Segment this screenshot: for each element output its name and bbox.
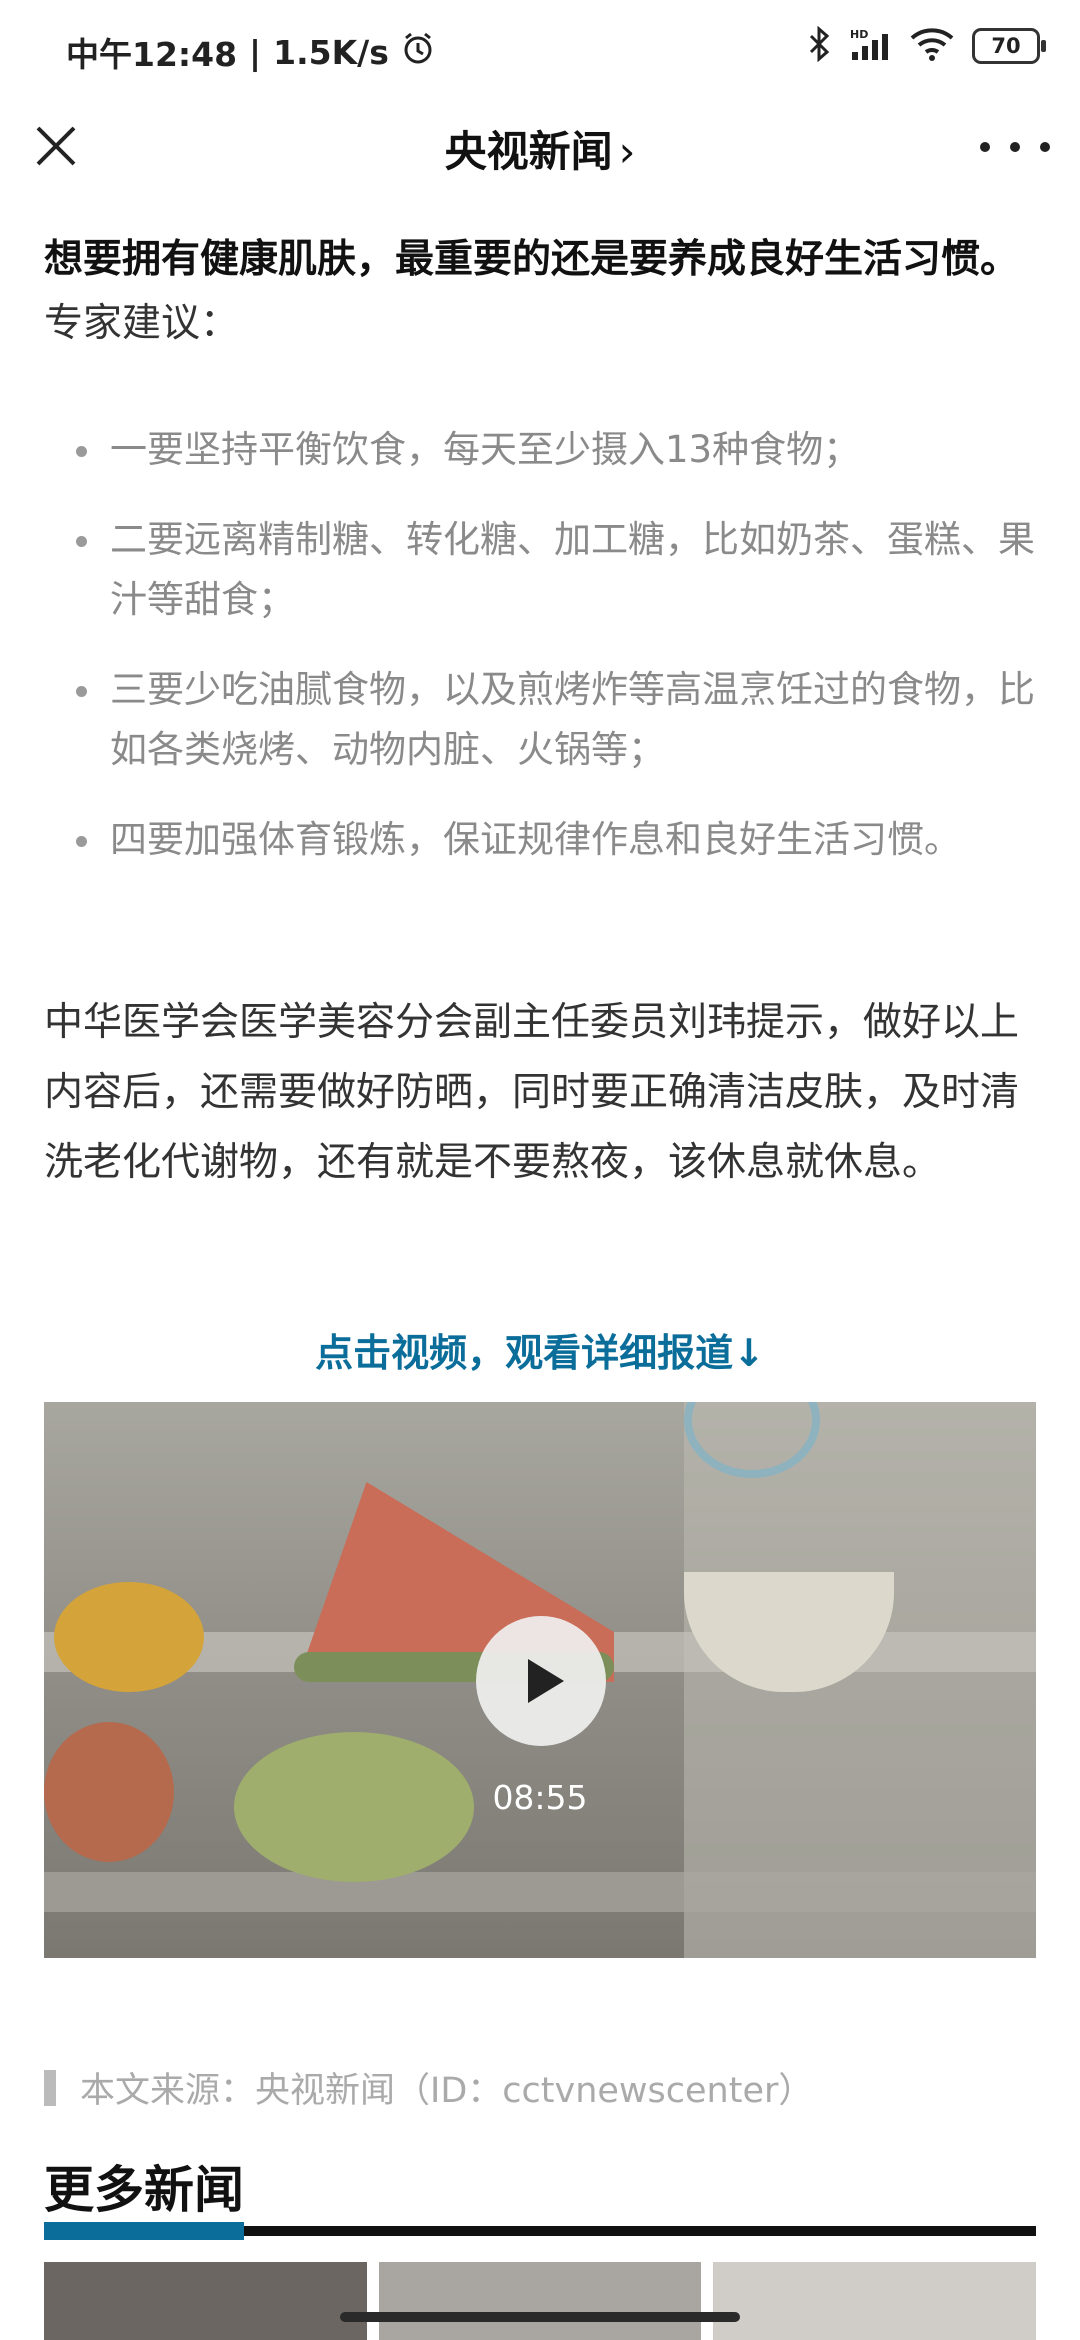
dot xyxy=(980,142,990,152)
news-thumbnail[interactable] xyxy=(44,2262,367,2340)
alarm-icon xyxy=(401,31,435,73)
video-duration: 08:55 xyxy=(492,1778,588,1817)
video-thumbnail-shelf xyxy=(44,1872,1036,1912)
video-link-text[interactable]: 点击视频，观看详细报道↓ xyxy=(0,1322,1080,1377)
dot xyxy=(1040,142,1050,152)
account-name: 央视新闻 xyxy=(444,127,613,176)
news-thumbnail[interactable] xyxy=(378,2262,702,2340)
status-left: 中午12:48 | 1.5K/s xyxy=(66,28,435,76)
expert-paragraph: 中华医学会医学美容分会副主任委员刘玮提示，做好以上内容后，还需要做好防晒，同时要… xyxy=(44,1000,1020,1185)
status-speed: 1.5K/s xyxy=(273,32,389,72)
section-divider-accent xyxy=(44,2222,244,2240)
news-thumbnails xyxy=(44,2262,1036,2340)
more-news-heading: 更多新闻 xyxy=(44,2161,244,2219)
source-text: 本文来源：央视新闻（ID：cctvnewscenter） xyxy=(80,2071,814,2111)
account-title-link[interactable]: 央视新闻 › xyxy=(0,118,1080,179)
status-right: HD 70 xyxy=(808,25,1046,66)
signal-icon: HD xyxy=(848,26,892,66)
advice-list: 一要坚持平衡饮食，每天至少摄入13种食物； 二要远离精制糖、转化糖、加工糖，比如… xyxy=(76,420,1036,900)
play-icon xyxy=(528,1659,564,1703)
source-marker xyxy=(44,2069,56,2106)
wifi-icon xyxy=(910,26,954,66)
list-item: 一要坚持平衡饮食，每天至少摄入13种食物； xyxy=(76,420,1036,480)
video-player[interactable]: 08:55 xyxy=(44,1402,1036,1958)
battery-indicator: 70 xyxy=(972,28,1046,64)
intro-bold-text: 想要拥有健康肌肤，最重要的还是要养成良好生活习惯。 xyxy=(44,237,1020,282)
home-indicator[interactable] xyxy=(340,2312,740,2322)
list-item: 三要少吃油腻食物，以及煎烤炸等高温烹饪过的食物，比如各类烧烤、动物内脏、火锅等； xyxy=(76,660,1036,780)
list-item: 二要远离精制糖、转化糖、加工糖，比如奶茶、蛋糕、果汁等甜食； xyxy=(76,510,1036,630)
intro-rest-text: 专家建议： xyxy=(44,301,240,346)
chevron-right-icon: › xyxy=(618,127,636,176)
play-button[interactable] xyxy=(476,1616,606,1746)
status-divider: | xyxy=(249,32,262,72)
list-item: 四要加强体育锻炼，保证规律作息和良好生活习惯。 xyxy=(76,810,1036,870)
video-thumbnail-fruit xyxy=(54,1582,204,1692)
intro-paragraph: 想要拥有健康肌肤，最重要的还是要养成良好生活习惯。专家建议： xyxy=(44,228,1036,356)
article-source: 本文来源：央视新闻（ID：cctvnewscenter） xyxy=(44,2062,813,2113)
bluetooth-icon xyxy=(808,25,830,66)
nav-bar: 央视新闻 › xyxy=(0,96,1080,196)
more-options-icon[interactable] xyxy=(980,122,1050,172)
news-thumbnail[interactable] xyxy=(713,2262,1036,2340)
status-bar: 中午12:48 | 1.5K/s HD 70 xyxy=(0,0,1080,96)
status-time: 中午12:48 xyxy=(66,35,238,74)
svg-text:HD: HD xyxy=(850,28,868,41)
dot xyxy=(1010,142,1020,152)
